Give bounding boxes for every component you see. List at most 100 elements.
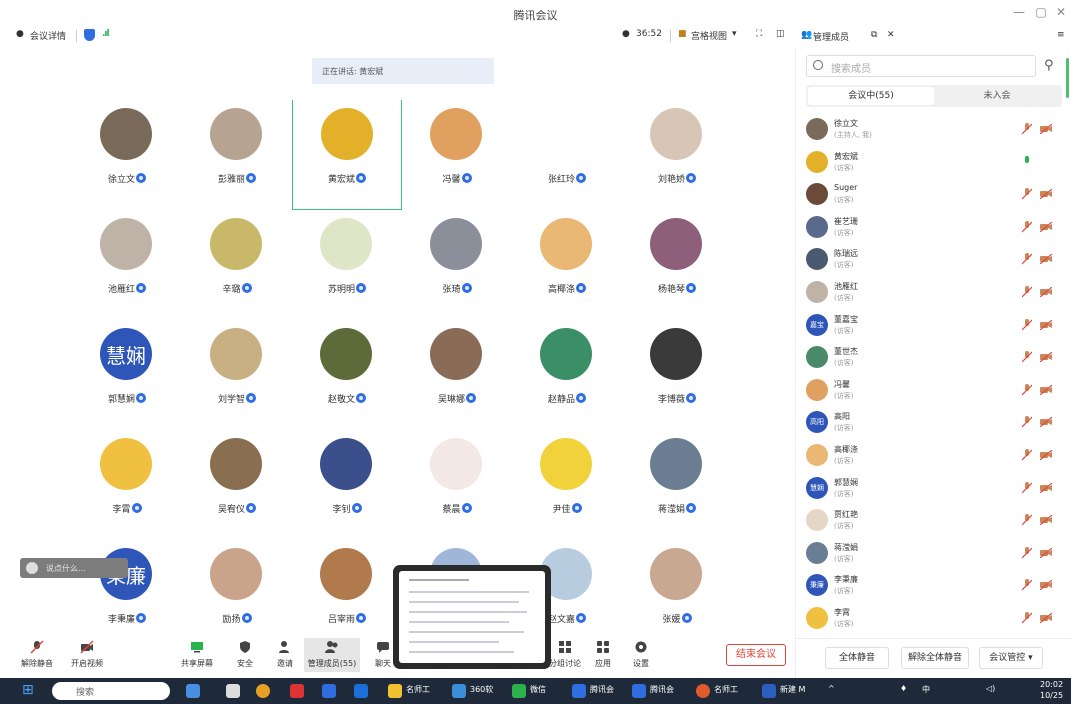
- list-item[interactable]: 贾红艳 (访客): [796, 505, 1071, 537]
- list-item[interactable]: 嘉宝 董嘉宝 (访客): [796, 310, 1071, 342]
- taskbar-item[interactable]: 360软: [470, 684, 493, 695]
- camera-off-icon[interactable]: [1040, 547, 1052, 558]
- windows-start-icon[interactable]: ⊞: [22, 682, 34, 698]
- end-meeting-button[interactable]: 结束会议: [726, 644, 786, 666]
- wps-icon[interactable]: [290, 684, 304, 698]
- mic-tray-icon[interactable]: ♦: [900, 684, 907, 693]
- chat-input[interactable]: 说点什么...: [20, 558, 128, 578]
- participant-tile[interactable]: 吴宥仪: [182, 430, 292, 540]
- list-item[interactable]: 池雁红 (访客): [796, 277, 1071, 309]
- chat-button[interactable]: 聊天: [358, 640, 408, 669]
- mic-off-icon[interactable]: [1022, 253, 1032, 265]
- mic-off-icon[interactable]: [1022, 286, 1032, 298]
- mic-off-icon[interactable]: [1022, 579, 1032, 591]
- participant-tile[interactable]: 张媛: [622, 540, 732, 650]
- camera-off-icon[interactable]: [1040, 515, 1052, 526]
- mic-off-icon[interactable]: [1022, 546, 1032, 559]
- camera-off-icon[interactable]: [1040, 287, 1052, 297]
- camera-off-icon[interactable]: [1040, 254, 1052, 265]
- participant-tile[interactable]: 苏明明: [292, 210, 402, 320]
- folder-icon[interactable]: [388, 684, 402, 698]
- participant-tile[interactable]: 辛璐: [182, 210, 292, 320]
- camera-off-icon[interactable]: [1040, 482, 1052, 493]
- member-search-input[interactable]: 搜索成员: [806, 55, 1036, 77]
- sidebar-toggle-icon[interactable]: ◫: [776, 29, 785, 39]
- meeting-details-link[interactable]: 会议详情: [30, 29, 66, 42]
- camera-off-icon[interactable]: [1040, 352, 1052, 363]
- ime-indicator[interactable]: 中: [922, 684, 930, 695]
- app-icon[interactable]: [452, 684, 466, 698]
- participant-tile[interactable]: 张琦: [402, 210, 512, 320]
- participant-tile[interactable]: 励扬: [182, 540, 292, 650]
- close-button[interactable]: ✕: [1052, 5, 1070, 19]
- mic-on-icon[interactable]: [1022, 155, 1032, 168]
- camera-off-icon[interactable]: [1040, 384, 1052, 395]
- word-icon[interactable]: [762, 684, 776, 698]
- mic-off-icon[interactable]: [1022, 351, 1032, 363]
- taskbar-item[interactable]: 名师工: [714, 684, 738, 695]
- tencent-meeting-icon[interactable]: [632, 684, 646, 698]
- app-icon[interactable]: [354, 684, 368, 698]
- taskbar-item[interactable]: 名师工: [406, 684, 430, 695]
- participant-tile[interactable]: 刘学智: [182, 320, 292, 430]
- scrollbar[interactable]: [1066, 58, 1069, 98]
- participant-tile[interactable]: 吴琳娜: [402, 320, 512, 430]
- chevron-down-icon[interactable]: ▾: [732, 29, 737, 39]
- list-item[interactable]: 高椰涤 (访客): [796, 440, 1071, 472]
- list-item[interactable]: 慧娴 郭慧娴 (访客): [796, 473, 1071, 505]
- tencent-meeting-icon[interactable]: [572, 684, 586, 698]
- menu-icon[interactable]: ≡: [1057, 30, 1065, 40]
- camera-off-icon[interactable]: [1040, 319, 1052, 330]
- app-icon[interactable]: [226, 684, 240, 698]
- tab-not-joined[interactable]: 未入会: [934, 87, 1060, 105]
- emoji-icon[interactable]: [26, 562, 38, 574]
- camera-off-icon[interactable]: [1040, 124, 1052, 134]
- participant-tile[interactable]: 蒋滢娟: [622, 430, 732, 540]
- participant-tile[interactable]: 李博薇: [622, 320, 732, 430]
- list-item[interactable]: 秉廉 李秉廉 (访客): [796, 570, 1071, 602]
- view-mode-button[interactable]: 宫格视图: [691, 29, 727, 42]
- taskbar-item[interactable]: 腾讯会: [590, 684, 614, 695]
- participant-tile[interactable]: 吕宰雨: [292, 540, 402, 650]
- participant-tile[interactable]: 高椰涤: [512, 210, 622, 320]
- mic-off-icon[interactable]: [1022, 383, 1032, 396]
- mic-off-icon[interactable]: [1022, 123, 1032, 135]
- list-item[interactable]: 蒋滢娟 (访客): [796, 538, 1071, 570]
- wechat-icon[interactable]: [512, 684, 526, 698]
- camera-off-icon[interactable]: [1040, 613, 1052, 623]
- participant-tile[interactable]: 彭雅丽: [182, 100, 292, 210]
- list-item[interactable]: 董世杰 (访客): [796, 342, 1071, 374]
- chrome-icon[interactable]: [256, 684, 270, 698]
- participant-tile[interactable]: 张红玲: [512, 100, 622, 210]
- panel-close-icon[interactable]: ✕: [887, 30, 895, 40]
- participant-tile[interactable]: 秉廉李秉廉: [72, 540, 182, 650]
- share-screen-button[interactable]: 共享屏幕: [172, 640, 222, 669]
- fullscreen-icon[interactable]: ⛶: [756, 29, 762, 39]
- taskbar-item[interactable]: 微信: [530, 684, 546, 695]
- list-item[interactable]: 徐立文 (主持人, 我): [796, 114, 1071, 146]
- meeting-control-button[interactable]: 会议管控 ▾: [979, 647, 1043, 669]
- camera-off-icon[interactable]: [1040, 580, 1052, 591]
- participant-tile[interactable]: 赵敬文: [292, 320, 402, 430]
- list-item[interactable]: 陈瑞远 (访客): [796, 244, 1071, 276]
- camera-off-icon[interactable]: [1040, 417, 1052, 428]
- mic-off-icon[interactable]: [1022, 416, 1032, 428]
- participant-tile[interactable]: 冯馨: [402, 100, 512, 210]
- participant-tile[interactable]: 李霄: [72, 430, 182, 540]
- participant-tile[interactable]: 李钊: [292, 430, 402, 540]
- list-item[interactable]: 高阳 高阳 (访客): [796, 407, 1071, 439]
- mic-off-icon[interactable]: [1022, 449, 1032, 461]
- mic-off-icon[interactable]: [1022, 612, 1032, 624]
- participant-tile[interactable]: 杨艳琴: [622, 210, 732, 320]
- list-item[interactable]: Suger (访客): [796, 179, 1071, 211]
- popout-icon[interactable]: ⧉: [871, 30, 877, 40]
- app-icon[interactable]: [696, 684, 710, 698]
- list-item[interactable]: 黄宏斌 (访客): [796, 147, 1071, 179]
- participant-tile[interactable]: 刘艳娇: [622, 100, 732, 210]
- mic-off-icon[interactable]: [1022, 318, 1032, 331]
- participant-tile[interactable]: 蔡晨: [402, 430, 512, 540]
- participant-tile[interactable]: 池雁红: [72, 210, 182, 320]
- tab-in-meeting[interactable]: 会议中(55): [808, 87, 934, 105]
- taskbar-item[interactable]: 新建 M: [780, 684, 805, 695]
- manage-members-button[interactable]: 管理成员(55): [304, 638, 360, 672]
